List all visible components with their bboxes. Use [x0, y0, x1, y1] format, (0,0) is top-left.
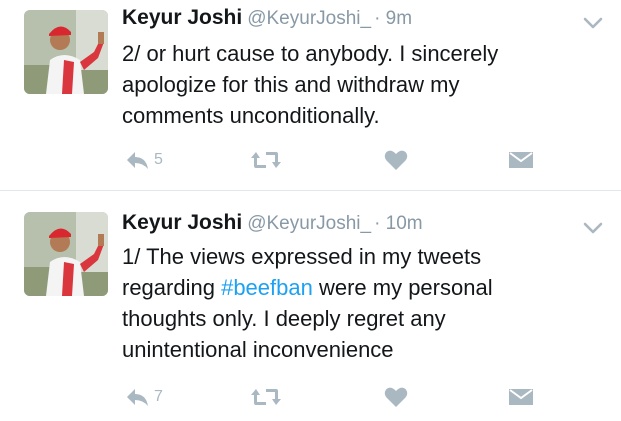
avatar[interactable]	[24, 10, 108, 94]
avatar-photo	[24, 10, 108, 94]
tweet-text-line: 2/ or hurt cause to anybody. I sincerely	[122, 41, 499, 66]
tweet[interactable]: Keyur Joshi @KeyurJoshi_ · 9m 2/ or hurt c…	[0, 0, 621, 190]
dm-icon	[508, 149, 534, 171]
reply-count: 7	[154, 388, 163, 405]
reply-icon	[124, 149, 150, 171]
action-bar: 7	[0, 386, 621, 412]
tweet-text-line: thoughts only. I deeply regret any	[122, 306, 446, 331]
tweet-header: Keyur Joshi @KeyurJoshi_ · 10m	[122, 209, 423, 237]
display-name[interactable]: Keyur Joshi	[122, 6, 242, 29]
chevron-down-icon[interactable]	[582, 221, 604, 235]
retweet-icon	[250, 149, 282, 171]
text-segment: were my personal	[312, 275, 493, 300]
tweet[interactable]: Keyur Joshi @KeyurJoshi_ · 10m 1/ The view…	[0, 191, 621, 421]
tweet-text-line: comments unconditionally.	[122, 103, 380, 128]
retweet-icon	[250, 386, 282, 408]
tweet-text: 1/ The views expressed in my tweets rega…	[122, 241, 592, 365]
avatar[interactable]	[24, 212, 108, 296]
tweet-header: Keyur Joshi @KeyurJoshi_ · 9m	[122, 4, 412, 32]
tweet-text-line: unintentional inconvenience	[122, 337, 394, 362]
display-name[interactable]: Keyur Joshi	[122, 211, 242, 234]
handle[interactable]: @KeyurJoshi_	[247, 8, 371, 29]
reply-button[interactable]: 7	[124, 386, 163, 408]
chevron-down-icon[interactable]	[582, 16, 604, 30]
tweet-text-line: regarding #beefban were my personal	[122, 272, 592, 303]
timestamp[interactable]: · 10m	[374, 213, 423, 234]
like-icon	[384, 149, 408, 171]
text-segment: regarding	[122, 275, 222, 300]
tweet-text: 2/ or hurt cause to anybody. I sincerely…	[122, 38, 592, 131]
like-button[interactable]	[384, 386, 408, 408]
retweet-button[interactable]	[250, 386, 282, 408]
dm-icon	[508, 386, 534, 408]
hashtag-link[interactable]: #beefban	[221, 275, 313, 300]
like-button[interactable]	[384, 149, 408, 171]
dm-button[interactable]	[508, 149, 534, 171]
dm-button[interactable]	[508, 386, 534, 408]
reply-button[interactable]: 5	[124, 149, 163, 171]
timestamp[interactable]: · 9m	[374, 8, 412, 29]
tweet-text-line: 1/ The views expressed in my tweets	[122, 244, 482, 269]
tweet-text-line: apologize for this and withdraw my	[122, 72, 460, 97]
action-bar: 5	[0, 149, 621, 175]
avatar-photo	[24, 212, 108, 296]
handle[interactable]: @KeyurJoshi_	[247, 213, 371, 234]
reply-icon	[124, 386, 150, 408]
like-icon	[384, 386, 408, 408]
retweet-button[interactable]	[250, 149, 282, 171]
reply-count: 5	[154, 151, 163, 168]
